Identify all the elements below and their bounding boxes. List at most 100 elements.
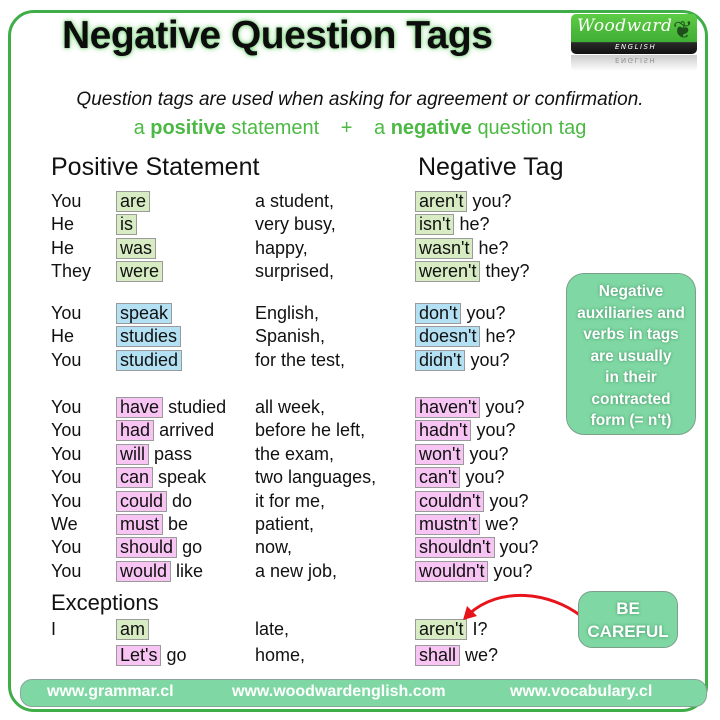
tag-highlight: don't <box>415 303 462 324</box>
complement: the exam, <box>255 444 335 464</box>
tag-cell: didn't you? <box>415 349 510 371</box>
subject: You <box>51 491 82 511</box>
tag-highlight: doesn't <box>415 326 481 347</box>
subtitle: Question tags are used when asking for a… <box>76 89 644 110</box>
auxiliary-cell: were <box>116 260 164 282</box>
auxiliary-highlight: am <box>116 619 150 640</box>
complement: before he left, <box>255 420 366 440</box>
tag-pronoun: we? <box>485 514 519 534</box>
main-verb: speak <box>158 467 207 487</box>
tag-pronoun: he? <box>485 326 516 346</box>
auxiliary-cell: have studied <box>116 396 226 418</box>
tag-pronoun: he? <box>478 238 509 258</box>
complement: very busy, <box>255 214 336 234</box>
tag-highlight: isn't <box>415 214 455 235</box>
subject: You <box>51 561 82 581</box>
tag-cell: shouldn't you? <box>415 536 539 558</box>
tag-cell: couldn't you? <box>415 490 529 512</box>
fern-icon: ❦ <box>672 16 693 44</box>
tag-pronoun: you? <box>489 491 529 511</box>
negative-tag-header: Negative Tag <box>418 153 564 181</box>
tag-highlight: wouldn't <box>415 561 489 582</box>
link-woodwardenglish[interactable]: www.woodwardenglish.com <box>232 683 446 701</box>
tag-pronoun: he? <box>459 214 490 234</box>
tag-pronoun: you? <box>493 561 533 581</box>
tag-pronoun: they? <box>485 261 530 281</box>
contraction-note: Negative auxiliaries and verbs in tags are… <box>566 273 696 435</box>
tag-highlight: won't <box>415 444 465 465</box>
main-verb: arrived <box>159 420 215 440</box>
formula-negative: negative <box>390 117 472 139</box>
main-verb: like <box>176 561 204 581</box>
tag-highlight: hadn't <box>415 420 472 441</box>
auxiliary-highlight: studies <box>116 326 182 347</box>
tag-cell: don't you? <box>415 302 506 324</box>
tag-cell: weren't they? <box>415 260 530 282</box>
subject: I <box>51 619 57 639</box>
tag-pronoun: you? <box>472 191 512 211</box>
main-verb: do <box>172 491 193 511</box>
tag-pronoun: you? <box>466 303 506 323</box>
tag-highlight: weren't <box>415 261 481 282</box>
auxiliary-highlight: will <box>116 444 149 465</box>
subject: He <box>51 214 75 234</box>
tag-highlight: haven't <box>415 397 481 418</box>
positive-statement-header: Positive Statement <box>51 153 260 181</box>
auxiliary-cell: speak <box>116 302 173 324</box>
auxiliary-cell: studied <box>116 349 183 371</box>
subject: He <box>51 326 75 346</box>
main-verb: go <box>166 645 187 665</box>
auxiliary-cell: had arrived <box>116 419 214 441</box>
tag-pronoun: you? <box>465 467 505 487</box>
auxiliary-cell: could do <box>116 490 192 512</box>
auxiliary-cell: can speak <box>116 466 206 488</box>
auxiliary-highlight: speak <box>116 303 173 324</box>
link-grammar[interactable]: www.grammar.cl <box>47 683 174 701</box>
tag-highlight: shouldn't <box>415 537 495 558</box>
subject: They <box>51 261 92 281</box>
subject: You <box>51 537 82 557</box>
complement: a new job, <box>255 561 338 581</box>
tag-cell: shall we? <box>415 644 498 666</box>
tag-highlight: mustn't <box>415 514 481 535</box>
tag-highlight: didn't <box>415 350 466 371</box>
tag-pronoun: you? <box>476 420 516 440</box>
complement: late, <box>255 619 290 639</box>
auxiliary-highlight: were <box>116 261 164 282</box>
auxiliary-cell: am <box>116 618 150 640</box>
link-vocabulary[interactable]: www.vocabulary.cl <box>510 683 652 701</box>
auxiliary-cell: should go <box>116 536 202 558</box>
complement: for the test, <box>255 350 346 370</box>
tag-cell: mustn't we? <box>415 513 519 535</box>
logo-sub: ENGLISH <box>615 43 657 51</box>
auxiliary-highlight: studied <box>116 350 183 371</box>
complement: two languages, <box>255 467 377 487</box>
auxiliary-highlight: had <box>116 420 155 441</box>
auxiliary-cell: is <box>116 213 137 235</box>
logo-reflection: ENGLISH <box>571 55 697 71</box>
auxiliary-highlight: are <box>116 191 151 212</box>
tag-cell: won't you? <box>415 443 509 465</box>
auxiliary-highlight: should <box>116 537 178 558</box>
complement: a student, <box>255 191 335 211</box>
auxiliary-highlight: can <box>116 467 154 488</box>
tag-cell: isn't he? <box>415 213 490 235</box>
tag-cell: haven't you? <box>415 396 525 418</box>
complement: surprised, <box>255 261 335 281</box>
tag-pronoun: you? <box>485 397 525 417</box>
complement: home, <box>255 645 306 665</box>
complement: English, <box>255 303 320 323</box>
tag-highlight: aren't <box>415 191 468 212</box>
auxiliary-cell: will pass <box>116 443 192 465</box>
tag-cell: wasn't he? <box>415 237 509 259</box>
subject: You <box>51 420 82 440</box>
auxiliary-highlight: was <box>116 238 157 259</box>
tag-highlight: wasn't <box>415 238 474 259</box>
auxiliary-cell: would like <box>116 560 203 582</box>
auxiliary-cell: must be <box>116 513 188 535</box>
subject: You <box>51 191 82 211</box>
tag-cell: doesn't he? <box>415 325 516 347</box>
subject: You <box>51 303 82 323</box>
tag-cell: hadn't you? <box>415 419 516 441</box>
auxiliary-highlight: Let's <box>116 645 162 666</box>
